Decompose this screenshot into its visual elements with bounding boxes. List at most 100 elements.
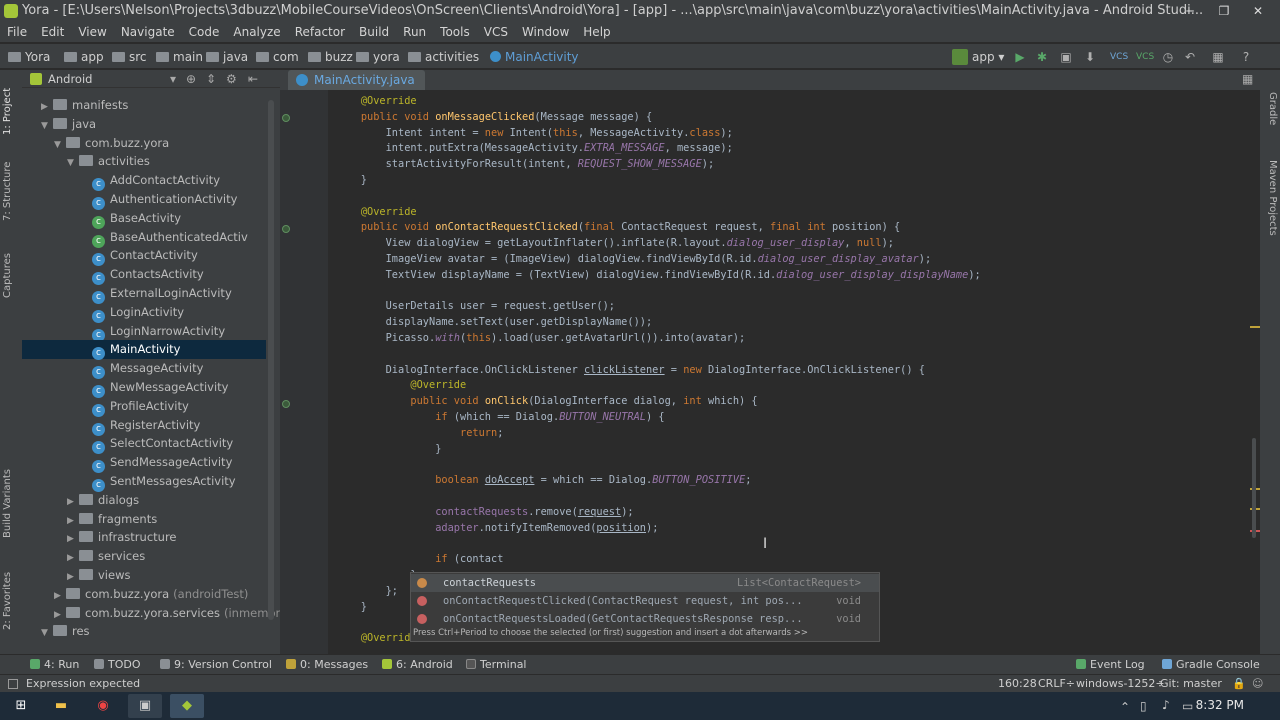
notification-chevron-icon[interactable]: ⌃ xyxy=(1120,700,1130,714)
code-line[interactable]: if (which == Dialog.BUTTON_NEUTRAL) { xyxy=(336,410,664,426)
tab-project[interactable]: 1: Project xyxy=(2,76,20,146)
menu-code[interactable]: Code xyxy=(182,22,227,42)
code-line[interactable]: @Override xyxy=(336,378,466,394)
tabs-menu-icon[interactable]: ▦ xyxy=(1242,72,1253,86)
tree-item-externalloginactivity[interactable]: c ExternalLoginActivity xyxy=(22,284,266,304)
menu-window[interactable]: Window xyxy=(515,22,576,42)
code-line[interactable]: @Override xyxy=(336,94,417,110)
close-icon[interactable]: ✕ xyxy=(1240,0,1276,22)
tree-item-services[interactable]: ▶ services xyxy=(22,547,266,566)
code-line[interactable]: Picasso.with(this).load(user.getAvatarUr… xyxy=(336,331,746,347)
tool-windows-icon[interactable] xyxy=(8,679,18,689)
code-line[interactable]: boolean doAccept = which == Dialog.BUTTO… xyxy=(336,473,751,489)
debug-icon[interactable]: ✱ xyxy=(1034,49,1050,65)
sdk-manager-icon[interactable]: ⬇ xyxy=(1082,49,1098,65)
code-line[interactable]: @Override xyxy=(336,631,417,647)
start-icon[interactable]: ⊞ xyxy=(4,694,38,718)
menu-build[interactable]: Build xyxy=(352,22,396,42)
tree-item-contactactivity[interactable]: c ContactActivity xyxy=(22,246,266,267)
tree-item-messageactivity[interactable]: c MessageActivity xyxy=(22,359,266,380)
revert-icon[interactable]: ↶ xyxy=(1182,49,1198,65)
tree-item-loginnarrowactivity[interactable]: c LoginNarrowActivity xyxy=(22,322,266,342)
run-config-select[interactable]: app ▾ xyxy=(972,49,1004,65)
code-line[interactable]: startActivityForResult(intent, REQUEST_S… xyxy=(336,157,715,173)
clock[interactable]: 8:32 PM xyxy=(1196,698,1244,712)
tree-item-com-buzz-yora-services[interactable]: ▶ com.buzz.yora.services (inmemory xyxy=(22,604,287,623)
android-studio-taskbar-icon[interactable]: ◆ xyxy=(170,694,204,718)
network-icon[interactable]: ▯ xyxy=(1140,699,1147,713)
tab-favorites[interactable]: 2: Favorites xyxy=(2,568,20,634)
tab-captures[interactable]: Captures xyxy=(2,246,20,306)
breadcrumb-item[interactable]: MainActivity xyxy=(490,49,579,65)
expanded-arrow-icon[interactable]: ▼ xyxy=(41,624,53,643)
tree-scrollbar[interactable] xyxy=(268,100,274,620)
sync-target-icon[interactable]: ⊕ xyxy=(186,70,196,88)
line-separator[interactable]: CRLF÷ xyxy=(1038,675,1075,693)
project-view-selector[interactable]: Android xyxy=(48,70,92,88)
menu-edit[interactable]: Edit xyxy=(34,22,71,42)
editor-scrollbar[interactable] xyxy=(1252,438,1256,538)
code-line[interactable]: TextView displayName = (TextView) dialog… xyxy=(336,268,981,284)
code-line[interactable]: } xyxy=(336,568,416,584)
completion-item[interactable]: onContactRequestsLoaded(GetContactReques… xyxy=(411,610,879,628)
history-icon[interactable]: ◷ xyxy=(1160,49,1176,65)
completion-item[interactable]: contactRequests List<ContactRequest> xyxy=(411,574,879,592)
tree-item-registeractivity[interactable]: c RegisterActivity xyxy=(22,416,266,436)
tree-item-sendmessageactivity[interactable]: c SendMessageActivity xyxy=(22,453,266,474)
breadcrumb-item[interactable]: main xyxy=(156,49,203,65)
tree-item-fragments[interactable]: ▶ fragments xyxy=(22,510,266,529)
code-line[interactable]: Intent intent = new Intent(this, Message… xyxy=(336,126,733,142)
code-editor[interactable]: @Override public void onMessageClicked(M… xyxy=(328,90,1250,654)
code-line[interactable]: displayName.setText(user.getDisplayName(… xyxy=(336,315,653,331)
run-icon[interactable]: ▶ xyxy=(1012,49,1028,65)
override-marker-icon[interactable] xyxy=(282,400,290,408)
tab-gradle-console[interactable]: Gradle Console xyxy=(1162,657,1260,673)
maximize-icon[interactable]: ❐ xyxy=(1206,0,1242,22)
settings-gear-icon[interactable]: ⚙ xyxy=(226,70,237,88)
tab-gradle[interactable]: Gradle xyxy=(1262,92,1278,132)
code-line[interactable]: public void onContactRequestClicked(fina… xyxy=(336,220,900,236)
tab-messages[interactable]: 0: Messages xyxy=(286,657,368,673)
tree-item-loginactivity[interactable]: c LoginActivity xyxy=(22,303,266,323)
tree-item-selectcontactactivity[interactable]: c SelectContactActivity xyxy=(22,434,266,455)
code-line[interactable]: public void onMessageClicked(Message mes… xyxy=(336,110,652,126)
breadcrumb-item[interactable]: activities xyxy=(408,49,479,65)
tab-structure[interactable]: 7: Structure xyxy=(2,156,20,226)
breadcrumb-item[interactable]: java xyxy=(206,49,248,65)
tab-android[interactable]: 6: Android xyxy=(382,657,453,673)
vcs-update-icon[interactable]: VCS xyxy=(1110,49,1128,65)
volume-icon[interactable]: ♪ xyxy=(1162,698,1170,712)
inspector-icon[interactable]: ☺ xyxy=(1252,675,1263,693)
tree-item-com-buzz-yora[interactable]: ▶ com.buzz.yora (androidTest) xyxy=(22,585,266,604)
override-marker-icon[interactable] xyxy=(282,225,290,233)
tab-run[interactable]: 4: Run xyxy=(30,657,79,673)
tab-build-variants[interactable]: Build Variants xyxy=(2,464,20,544)
menu-refactor[interactable]: Refactor xyxy=(288,22,352,42)
code-line[interactable]: intent.putExtra(MessageActivity.EXTRA_ME… xyxy=(336,141,733,157)
vcs-commit-icon[interactable]: VCS xyxy=(1136,49,1154,65)
git-branch[interactable]: Git: master xyxy=(1160,675,1222,693)
tree-item-authenticationactivity[interactable]: c AuthenticationActivity xyxy=(22,190,266,210)
code-line[interactable]: }; xyxy=(336,584,398,600)
code-line[interactable]: if (contact xyxy=(336,552,503,568)
tab-maven-projects[interactable]: Maven Projects xyxy=(1262,160,1278,250)
menu-tools[interactable]: Tools xyxy=(433,22,477,42)
completion-item[interactable]: onContactRequestClicked(ContactRequest r… xyxy=(411,592,879,610)
breadcrumb-item[interactable]: src xyxy=(112,49,147,65)
tree-item-com-buzz-yora[interactable]: ▼ com.buzz.yora xyxy=(22,134,266,153)
tree-item-infrastructure[interactable]: ▶ infrastructure xyxy=(22,528,266,547)
lock-icon[interactable]: 🔒 xyxy=(1232,675,1246,693)
code-line[interactable]: contactRequests.remove(request); xyxy=(336,505,633,521)
minimize-icon[interactable]: ─ xyxy=(1172,0,1208,22)
tree-item-res[interactable]: ▼ res xyxy=(22,622,266,641)
menu-run[interactable]: Run xyxy=(396,22,433,42)
breadcrumb-item[interactable]: buzz xyxy=(308,49,353,65)
code-line[interactable]: DialogInterface.OnClickListener clickLis… xyxy=(336,363,925,379)
hide-panel-icon[interactable]: ⇤ xyxy=(248,70,258,88)
menu-file[interactable]: File xyxy=(0,22,34,42)
warning-marker[interactable] xyxy=(1250,326,1260,328)
cmd-icon[interactable]: ▣ xyxy=(128,694,162,718)
editor-gutter[interactable] xyxy=(280,90,328,654)
breadcrumb-item[interactable]: app xyxy=(64,49,104,65)
tree-item-newmessageactivity[interactable]: c NewMessageActivity xyxy=(22,378,266,398)
